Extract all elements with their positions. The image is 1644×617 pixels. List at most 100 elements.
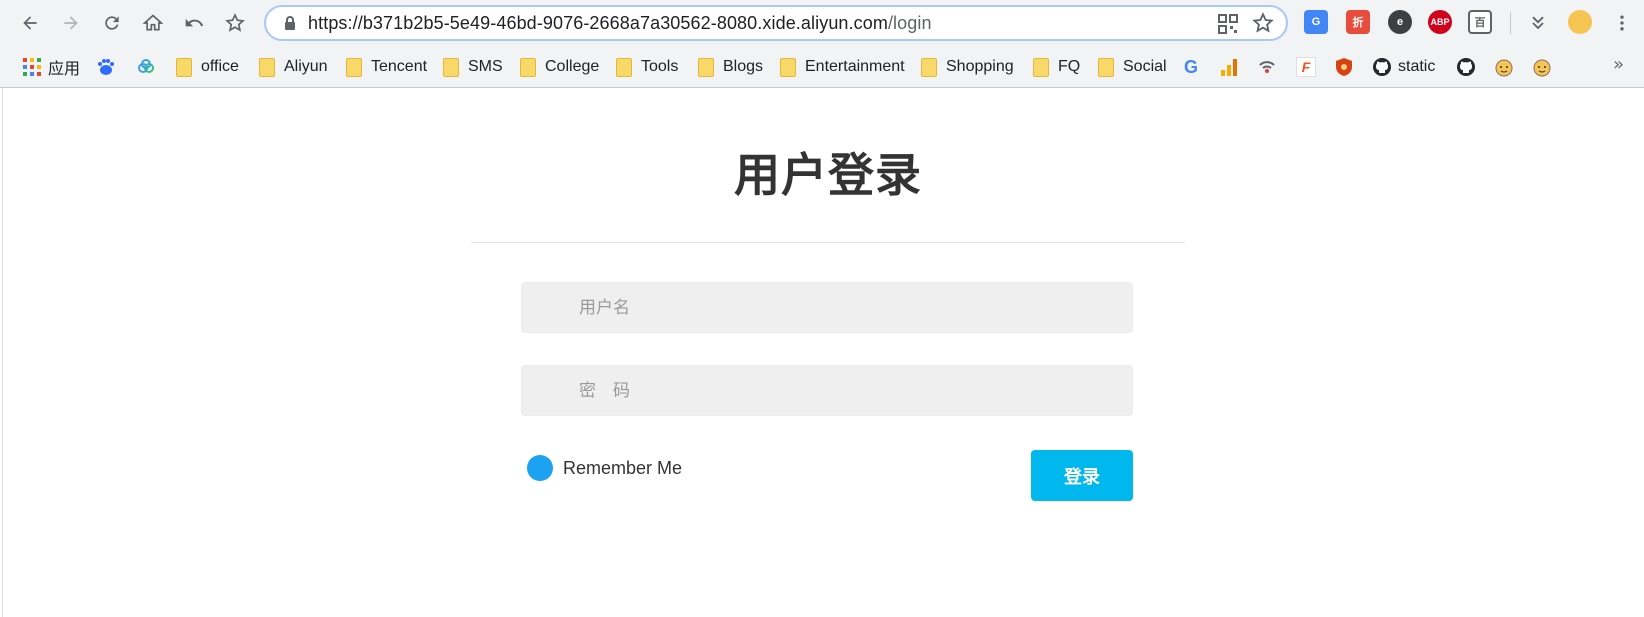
- folder-label: Entertainment: [805, 58, 905, 75]
- remember-me-label: Remember Me: [563, 457, 683, 478]
- bookmark-speed[interactable]: [1257, 55, 1283, 79]
- folder-icon: [921, 57, 937, 77]
- folder-label: Shopping: [946, 58, 1014, 75]
- bookmark-cloud[interactable]: [136, 55, 162, 79]
- bookmark-folder-office[interactable]: office: [176, 55, 239, 79]
- undo-button[interactable]: [178, 7, 210, 39]
- bookmark-folder-aliyun[interactable]: Aliyun: [259, 55, 328, 79]
- page-content: 用户登录 Remember Me 登录: [2, 88, 1644, 617]
- folder-label: Tools: [641, 58, 679, 75]
- bookmark-google[interactable]: G: [1181, 55, 1207, 79]
- analytics-bars-icon: [1219, 57, 1239, 77]
- folder-icon: [1033, 57, 1049, 77]
- bookmark-folder-entertainment[interactable]: Entertainment: [780, 55, 905, 79]
- tiger-face-icon: [1532, 57, 1552, 77]
- password-field[interactable]: [521, 365, 1133, 416]
- bookmark-shield[interactable]: [1334, 55, 1360, 79]
- url-text[interactable]: https://b371b2b5-5e49-46bd-9076-2668a7a3…: [308, 13, 932, 34]
- folder-icon: [259, 57, 275, 77]
- bookmark-folder-sms[interactable]: SMS: [443, 55, 503, 79]
- f-logo-icon: F: [1296, 57, 1316, 77]
- bookmark-analytics[interactable]: [1219, 55, 1245, 79]
- password-input[interactable]: [579, 380, 1132, 401]
- extensions-overflow-button[interactable]: [1522, 7, 1554, 39]
- tiger-face-icon: [1494, 57, 1514, 77]
- username-input[interactable]: [579, 297, 1132, 318]
- bookmark-static[interactable]: static: [1372, 55, 1435, 79]
- folder-icon: [1098, 57, 1114, 77]
- forward-arrow-icon: [64, 16, 78, 30]
- remember-me-radio[interactable]: [527, 455, 553, 481]
- bookmark-folder-shopping[interactable]: Shopping: [921, 55, 1014, 79]
- undo-icon: [185, 18, 204, 27]
- bookmark-folder-blogs[interactable]: Blogs: [698, 55, 763, 79]
- bookmark-tiger-2[interactable]: [1532, 55, 1558, 79]
- toolbar-separator: [1510, 12, 1511, 34]
- bookmark-folder-tencent[interactable]: Tencent: [346, 55, 427, 79]
- folder-icon: [520, 57, 536, 77]
- star-icon: [225, 13, 245, 32]
- folder-label: Tencent: [371, 58, 428, 75]
- browser-toolbar: https://b371b2b5-5e49-46bd-9076-2668a7a3…: [0, 0, 1644, 46]
- folder-icon: [780, 57, 796, 77]
- more-bookmarks-button[interactable]: »: [1613, 54, 1624, 75]
- bookmarks-bar: 应用 office Aliyun Tencent SMS College Too…: [0, 46, 1644, 88]
- folder-icon: [443, 57, 459, 77]
- bookmark-tiger-1[interactable]: [1494, 55, 1520, 79]
- zhe-icon[interactable]: 折: [1346, 10, 1370, 34]
- username-field[interactable]: [521, 282, 1133, 333]
- github-icon: [1456, 57, 1476, 77]
- forward-button[interactable]: [55, 7, 87, 39]
- github-icon: [1372, 57, 1392, 77]
- lock-icon: [285, 16, 295, 30]
- bookmark-f[interactable]: F: [1296, 55, 1322, 79]
- double-chevron-down-icon: [1532, 16, 1544, 30]
- folder-label: FQ: [1058, 58, 1081, 75]
- reload-icon: [105, 16, 119, 30]
- home-button[interactable]: [137, 7, 169, 39]
- folder-icon: [176, 57, 192, 77]
- reload-button[interactable]: [96, 7, 128, 39]
- google-g-icon: G: [1183, 56, 1198, 77]
- bookmark-baidu[interactable]: [96, 55, 122, 79]
- url-path: /login: [887, 13, 932, 33]
- static-label: static: [1398, 58, 1436, 75]
- vertical-dots-icon: [1620, 15, 1624, 31]
- adblock-plus-icon[interactable]: ABP: [1428, 10, 1452, 34]
- bookmark-folder-college[interactable]: College: [520, 55, 599, 79]
- bookmark-folder-tools[interactable]: Tools: [616, 55, 678, 79]
- remember-me[interactable]: Remember Me: [527, 455, 682, 481]
- bookmark-folder-social[interactable]: Social: [1098, 55, 1167, 79]
- bookmark-page-star-icon[interactable]: [1252, 12, 1274, 34]
- bookmark-folder-fq[interactable]: FQ: [1033, 55, 1080, 79]
- folder-label: College: [545, 58, 600, 75]
- apps-grid-icon: [22, 57, 42, 77]
- back-arrow-icon: [23, 16, 37, 30]
- wifi-speed-icon: [1257, 57, 1277, 77]
- bookmark-star-button[interactable]: [219, 7, 251, 39]
- folder-label: Social: [1123, 58, 1167, 75]
- google-translate-icon[interactable]: G: [1304, 10, 1328, 34]
- qr-code-icon[interactable]: [1218, 14, 1238, 34]
- baidu-paw-icon: [96, 57, 116, 77]
- address-bar[interactable]: https://b371b2b5-5e49-46bd-9076-2668a7a3…: [264, 5, 1288, 41]
- page-title: 用户登录: [734, 148, 922, 202]
- login-button[interactable]: 登录: [1031, 450, 1133, 501]
- menu-button[interactable]: [1606, 7, 1638, 39]
- folder-label: office: [201, 58, 239, 75]
- back-button[interactable]: [14, 7, 46, 39]
- apps-label: 应用: [48, 61, 81, 78]
- reader-extension-icon[interactable]: 百: [1468, 10, 1492, 34]
- folder-label: Aliyun: [284, 58, 328, 75]
- folder-icon: [698, 57, 714, 77]
- home-icon: [143, 14, 163, 31]
- cloud-icon: [136, 57, 156, 77]
- bookmark-apps[interactable]: 应用: [22, 55, 80, 79]
- folder-label: Blogs: [723, 58, 764, 75]
- url-host: https://b371b2b5-5e49-46bd-9076-2668a7a3…: [308, 13, 888, 33]
- bookmark-github[interactable]: [1456, 55, 1482, 79]
- profile-avatar[interactable]: [1568, 10, 1592, 34]
- folder-label: SMS: [468, 58, 503, 75]
- folder-icon: [616, 57, 632, 77]
- e-extension-icon[interactable]: e: [1388, 10, 1412, 34]
